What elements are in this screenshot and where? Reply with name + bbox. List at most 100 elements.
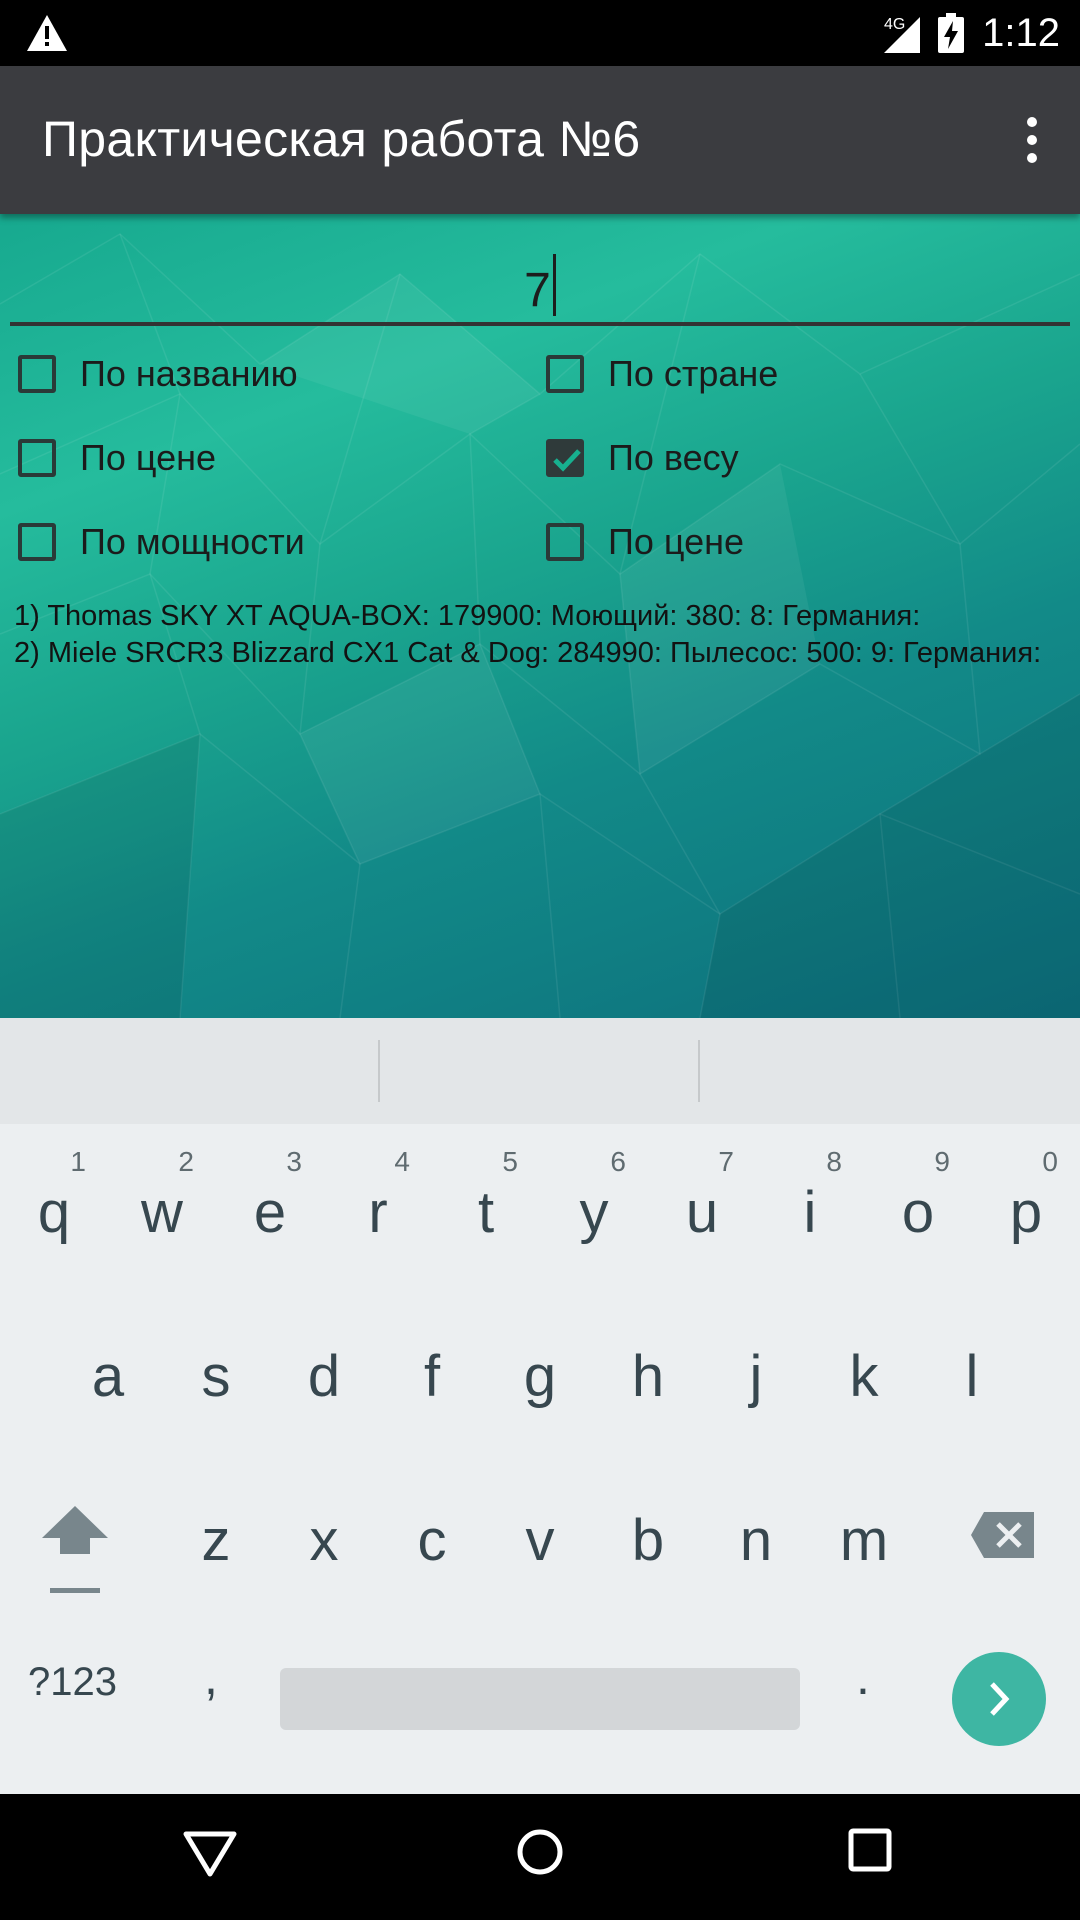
checkbox-box[interactable] (546, 355, 584, 393)
key-hint: 5 (502, 1146, 518, 1177)
checkbox-label: По цене (80, 437, 217, 478)
comma-key[interactable]: , (204, 1648, 218, 1706)
key-e[interactable]: e3 (216, 1138, 324, 1278)
key-char: p (1009, 1180, 1043, 1245)
key-o[interactable]: o9 (864, 1138, 972, 1278)
space-bar[interactable] (280, 1668, 800, 1730)
key-char: v (525, 1508, 555, 1573)
backspace-icon[interactable] (970, 1510, 1036, 1560)
checkbox-label: По стране (608, 353, 779, 394)
key-hint: 0 (1042, 1146, 1058, 1177)
key-z[interactable]: z (162, 1466, 270, 1606)
nav-home-icon[interactable] (516, 1828, 564, 1876)
main-content: 7 По названию По стране По цене По весу … (0, 214, 1080, 1018)
checkbox-by-power[interactable]: По мощности (18, 512, 305, 572)
key-char: x (309, 1508, 339, 1573)
checkbox-by-weight[interactable]: По весу (546, 428, 739, 488)
key-char: t (477, 1180, 495, 1245)
key-g[interactable]: g (486, 1302, 594, 1442)
key-char: n (739, 1508, 773, 1573)
input-underline (10, 322, 1070, 326)
key-hint: 4 (394, 1146, 410, 1177)
key-char: f (423, 1344, 441, 1409)
key-char: y (579, 1180, 609, 1245)
key-f[interactable]: f (378, 1302, 486, 1442)
key-s[interactable]: s (162, 1302, 270, 1442)
go-arrow-icon (990, 1682, 1010, 1716)
check-icon (553, 449, 581, 472)
checkbox-box[interactable] (18, 523, 56, 561)
checkbox-label: По мощности (80, 521, 305, 562)
checkbox-by-price[interactable]: По цене (18, 428, 216, 488)
checkbox-by-price-2[interactable]: По цене (546, 512, 744, 572)
checkbox-box[interactable] (546, 523, 584, 561)
page-title: Практическая работа №6 (42, 111, 641, 167)
key-hint: 2 (178, 1146, 194, 1177)
key-q[interactable]: q1 (0, 1138, 108, 1278)
key-b[interactable]: b (594, 1466, 702, 1606)
key-char: h (631, 1344, 665, 1409)
checkbox-by-country[interactable]: По стране (546, 344, 778, 404)
checkbox-label: По цене (608, 521, 745, 562)
key-char: l (965, 1344, 979, 1409)
key-c[interactable]: c (378, 1466, 486, 1606)
key-char: q (37, 1180, 71, 1245)
key-char: s (201, 1344, 231, 1409)
checkbox-label: По весу (608, 437, 739, 478)
warning-icon (27, 15, 67, 51)
key-j[interactable]: j (702, 1302, 810, 1442)
key-n[interactable]: n (702, 1466, 810, 1606)
key-y[interactable]: y6 (540, 1138, 648, 1278)
number-input[interactable]: 7 (10, 234, 1070, 326)
key-char: j (749, 1344, 763, 1409)
key-r[interactable]: r4 (324, 1138, 432, 1278)
svg-text:4G: 4G (884, 16, 905, 33)
checkbox-box[interactable] (18, 439, 56, 477)
text-cursor (552, 254, 556, 316)
checkbox-box[interactable] (18, 355, 56, 393)
key-t[interactable]: t5 (432, 1138, 540, 1278)
signal-icon: 4G (884, 16, 921, 53)
key-hint: 7 (718, 1146, 734, 1177)
key-k[interactable]: k (810, 1302, 918, 1442)
key-char: i (803, 1180, 817, 1245)
key-i[interactable]: i8 (756, 1138, 864, 1278)
checkbox-box-checked[interactable] (546, 439, 584, 477)
key-p[interactable]: p0 (972, 1138, 1080, 1278)
key-h[interactable]: h (594, 1302, 702, 1442)
battery-charging-icon (938, 13, 965, 53)
key-char: g (523, 1344, 557, 1409)
suggestion-divider (698, 1040, 700, 1102)
key-m[interactable]: m (810, 1466, 918, 1606)
key-d[interactable]: d (270, 1302, 378, 1442)
nav-back-icon[interactable] (182, 1828, 238, 1878)
key-hint: 9 (934, 1146, 950, 1177)
overflow-menu-icon[interactable] (1008, 110, 1056, 170)
key-v[interactable]: v (486, 1466, 594, 1606)
period-key[interactable]: . (856, 1648, 870, 1706)
suggestion-divider (378, 1040, 380, 1102)
nav-recents-icon[interactable] (848, 1828, 892, 1872)
go-button[interactable] (952, 1652, 1046, 1746)
key-l[interactable]: l (918, 1302, 1026, 1442)
key-char: m (839, 1508, 889, 1573)
checkbox-by-name[interactable]: По названию (18, 344, 298, 404)
key-char: k (849, 1344, 879, 1409)
key-char: d (307, 1344, 341, 1409)
key-char: b (631, 1508, 665, 1573)
key-hint: 6 (610, 1146, 626, 1177)
shift-icon[interactable] (38, 1500, 112, 1596)
key-char: a (91, 1344, 125, 1409)
key-char: w (141, 1180, 183, 1245)
key-hint: 8 (826, 1146, 842, 1177)
key-u[interactable]: u7 (648, 1138, 756, 1278)
checkbox-label: По названию (80, 353, 298, 394)
app-bar: Практическая работа №6 (0, 66, 1080, 214)
symbols-key[interactable]: ?123 (28, 1660, 117, 1705)
key-w[interactable]: w2 (108, 1138, 216, 1278)
key-char: e (253, 1180, 287, 1245)
key-x[interactable]: x (270, 1466, 378, 1606)
key-a[interactable]: a (54, 1302, 162, 1442)
suggestion-strip (0, 1018, 1080, 1124)
key-char: z (201, 1508, 231, 1573)
